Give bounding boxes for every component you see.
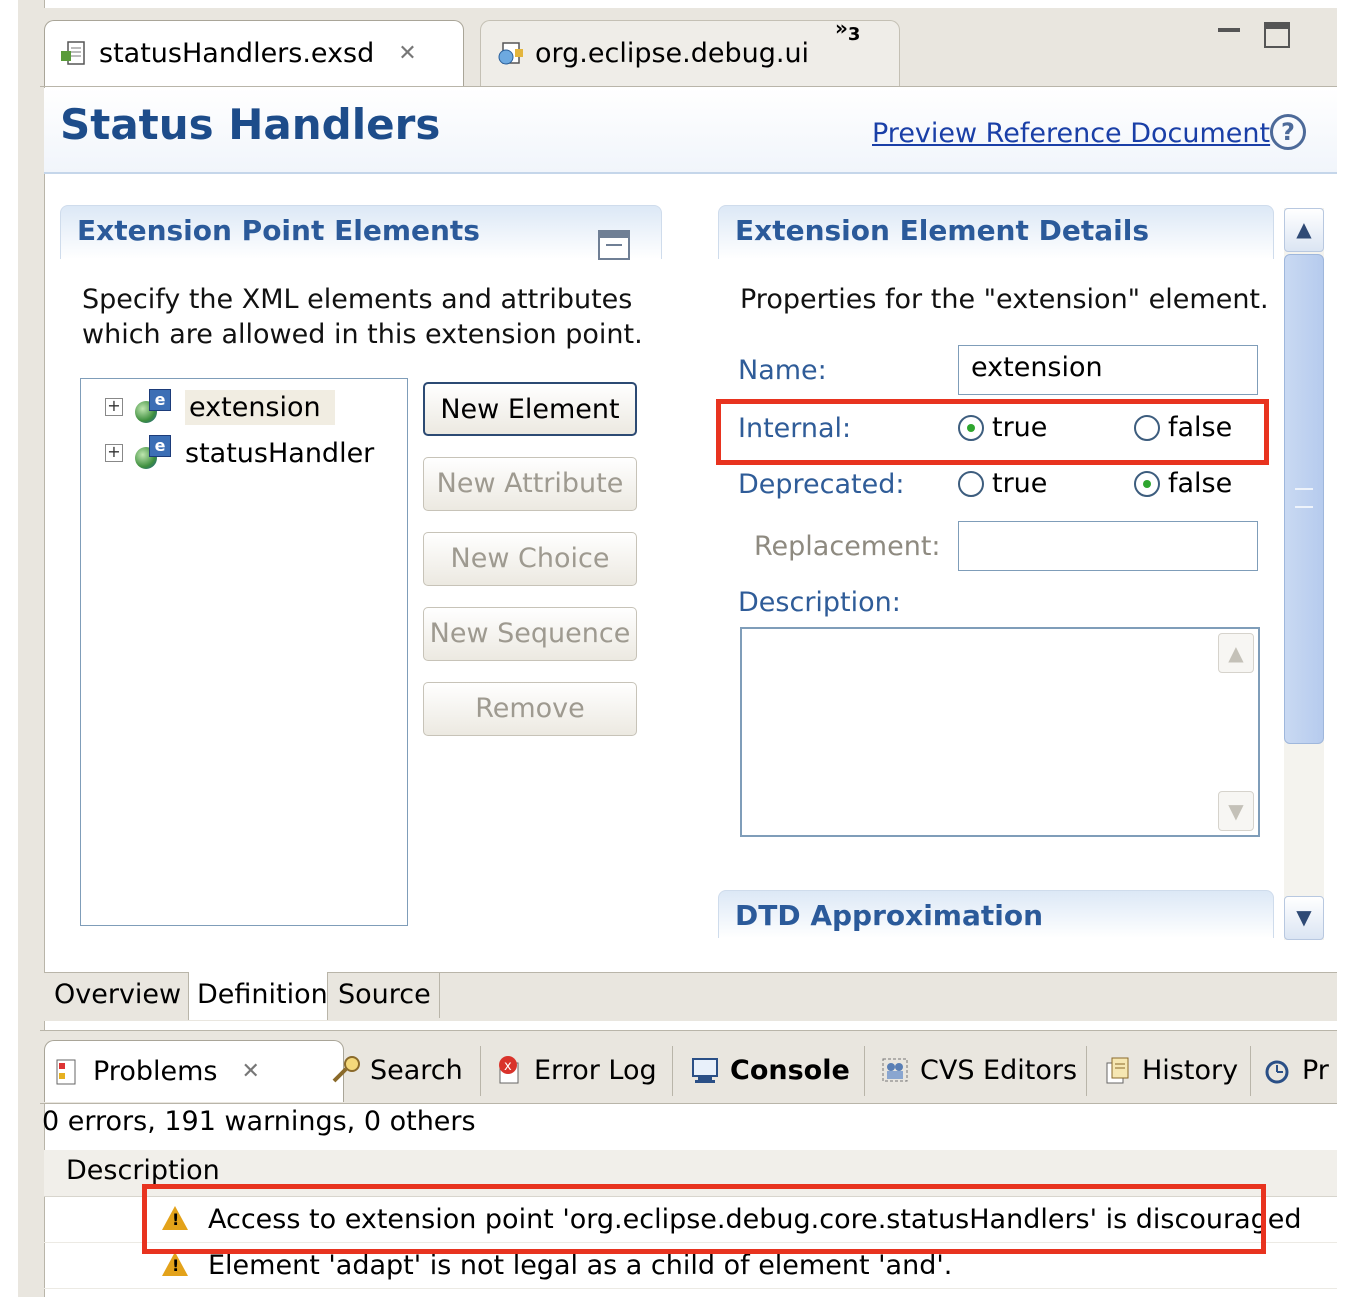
tree-item-extension[interactable]: + e extension [105,387,335,427]
tab-overview[interactable]: Overview [46,972,189,1018]
replacement-label: Replacement: [754,531,941,562]
new-element-button[interactable]: New Element [423,382,637,436]
problems-icon [53,1057,83,1087]
page-title: Status Handlers [60,100,441,149]
highlight-internal [716,399,1269,465]
element-icon: e [133,435,175,471]
history-icon [1102,1055,1132,1085]
progress-icon [1262,1055,1292,1085]
tab-source[interactable]: Source [330,972,440,1018]
tab-definition[interactable]: Definition [188,972,328,1020]
plugin-icon [495,39,525,69]
scroll-down-icon[interactable]: ▼ [1218,791,1254,831]
error-log-icon: x [494,1055,524,1085]
minimize-icon[interactable] [1218,28,1240,32]
section-title: Extension Point Elements [77,214,480,247]
tab-label: org.eclipse.debug.ui [535,38,810,69]
close-icon[interactable]: ✕ [398,41,416,66]
description-textarea[interactable]: ▲ ▼ [740,627,1260,837]
replacement-field[interactable] [958,521,1258,571]
tab-separator [672,1046,673,1096]
section-extension-element-details: Extension Element Details [718,205,1274,259]
problems-summary: 0 errors, 191 warnings, 0 others [42,1106,476,1137]
radio-checked-icon [1134,470,1160,497]
elements-description-line1: Specify the XML elements and attributes [82,284,633,315]
svg-text:x: x [504,1059,512,1074]
expand-icon[interactable]: + [105,398,123,416]
element-icon: e [133,389,175,425]
radio-unchecked-icon [958,470,984,497]
deprecated-label: Deprecated: [738,469,905,500]
tab-separator [1086,1046,1087,1096]
tab-problems[interactable]: Problems ✕ [44,1040,344,1102]
search-icon [330,1055,360,1085]
remove-button[interactable]: Remove [423,682,637,736]
editor-tab-bar: statusHandlers.exsd ✕ org.eclipse.debug.… [40,8,1337,87]
tree-item-label: extension [185,389,335,425]
section-title: Extension Element Details [735,214,1149,247]
scroll-up-icon[interactable]: ▲ [1284,208,1324,252]
details-description: Properties for the "extension" element. [740,284,1269,315]
section-dtd-approximation[interactable]: DTD Approximation [718,890,1274,938]
preview-reference-link[interactable]: Preview Reference Document [872,118,1270,149]
tree-item-label: statusHandler [185,437,375,469]
elements-description-line2: which are allowed in this extension poin… [82,319,643,350]
expand-icon[interactable]: + [105,444,123,462]
tab-status-handlers-exsd[interactable]: statusHandlers.exsd ✕ [44,20,464,86]
console-icon [690,1055,720,1085]
tab-separator [864,1046,865,1096]
section-title: DTD Approximation [735,899,1044,932]
highlight-problem [142,1184,1266,1254]
scroll-down-icon[interactable]: ▼ [1284,896,1324,940]
name-label: Name: [738,355,827,386]
tab-error-log[interactable]: x Error Log [494,1040,657,1100]
close-icon[interactable]: ✕ [241,1059,259,1084]
deprecated-false-radio[interactable]: false [1134,468,1232,499]
description-label: Description: [738,587,901,618]
chevron-overflow-icon[interactable]: »3 [835,16,860,45]
tab-label: statusHandlers.exsd [99,38,375,69]
new-choice-button[interactable]: New Choice [423,532,637,586]
deprecated-true-radio[interactable]: true [958,468,1047,499]
maximize-icon[interactable] [1264,22,1290,48]
scrollbar-grip [1295,488,1313,508]
warning-icon [162,1252,188,1276]
tab-console[interactable]: Console [690,1040,850,1100]
file-icon [59,39,89,69]
tab-separator [1250,1046,1251,1096]
help-icon[interactable]: ? [1270,114,1306,150]
tab-search[interactable]: Search [330,1040,463,1100]
scroll-up-icon[interactable]: ▲ [1218,633,1254,673]
problem-text: Element 'adapt' is not legal as a child … [208,1250,953,1281]
tab-progress[interactable]: Pr [1262,1040,1337,1100]
cvs-icon [880,1055,910,1085]
collapse-icon[interactable] [598,230,630,260]
column-description[interactable]: Description [66,1155,220,1186]
new-attribute-button[interactable]: New Attribute [423,457,637,511]
name-field[interactable]: extension [958,345,1258,395]
tab-history[interactable]: History [1102,1040,1238,1100]
elements-tree[interactable]: + e extension + e statusHandler [80,378,408,926]
tab-separator [480,1046,481,1096]
tab-cvs-editors[interactable]: CVS Editors [880,1040,1077,1100]
section-extension-point-elements: Extension Point Elements [60,205,662,259]
new-sequence-button[interactable]: New Sequence [423,607,637,661]
description-scrollbar[interactable]: ▲ ▼ [1218,633,1256,831]
tree-item-statushandler[interactable]: + e statusHandler [105,433,374,473]
